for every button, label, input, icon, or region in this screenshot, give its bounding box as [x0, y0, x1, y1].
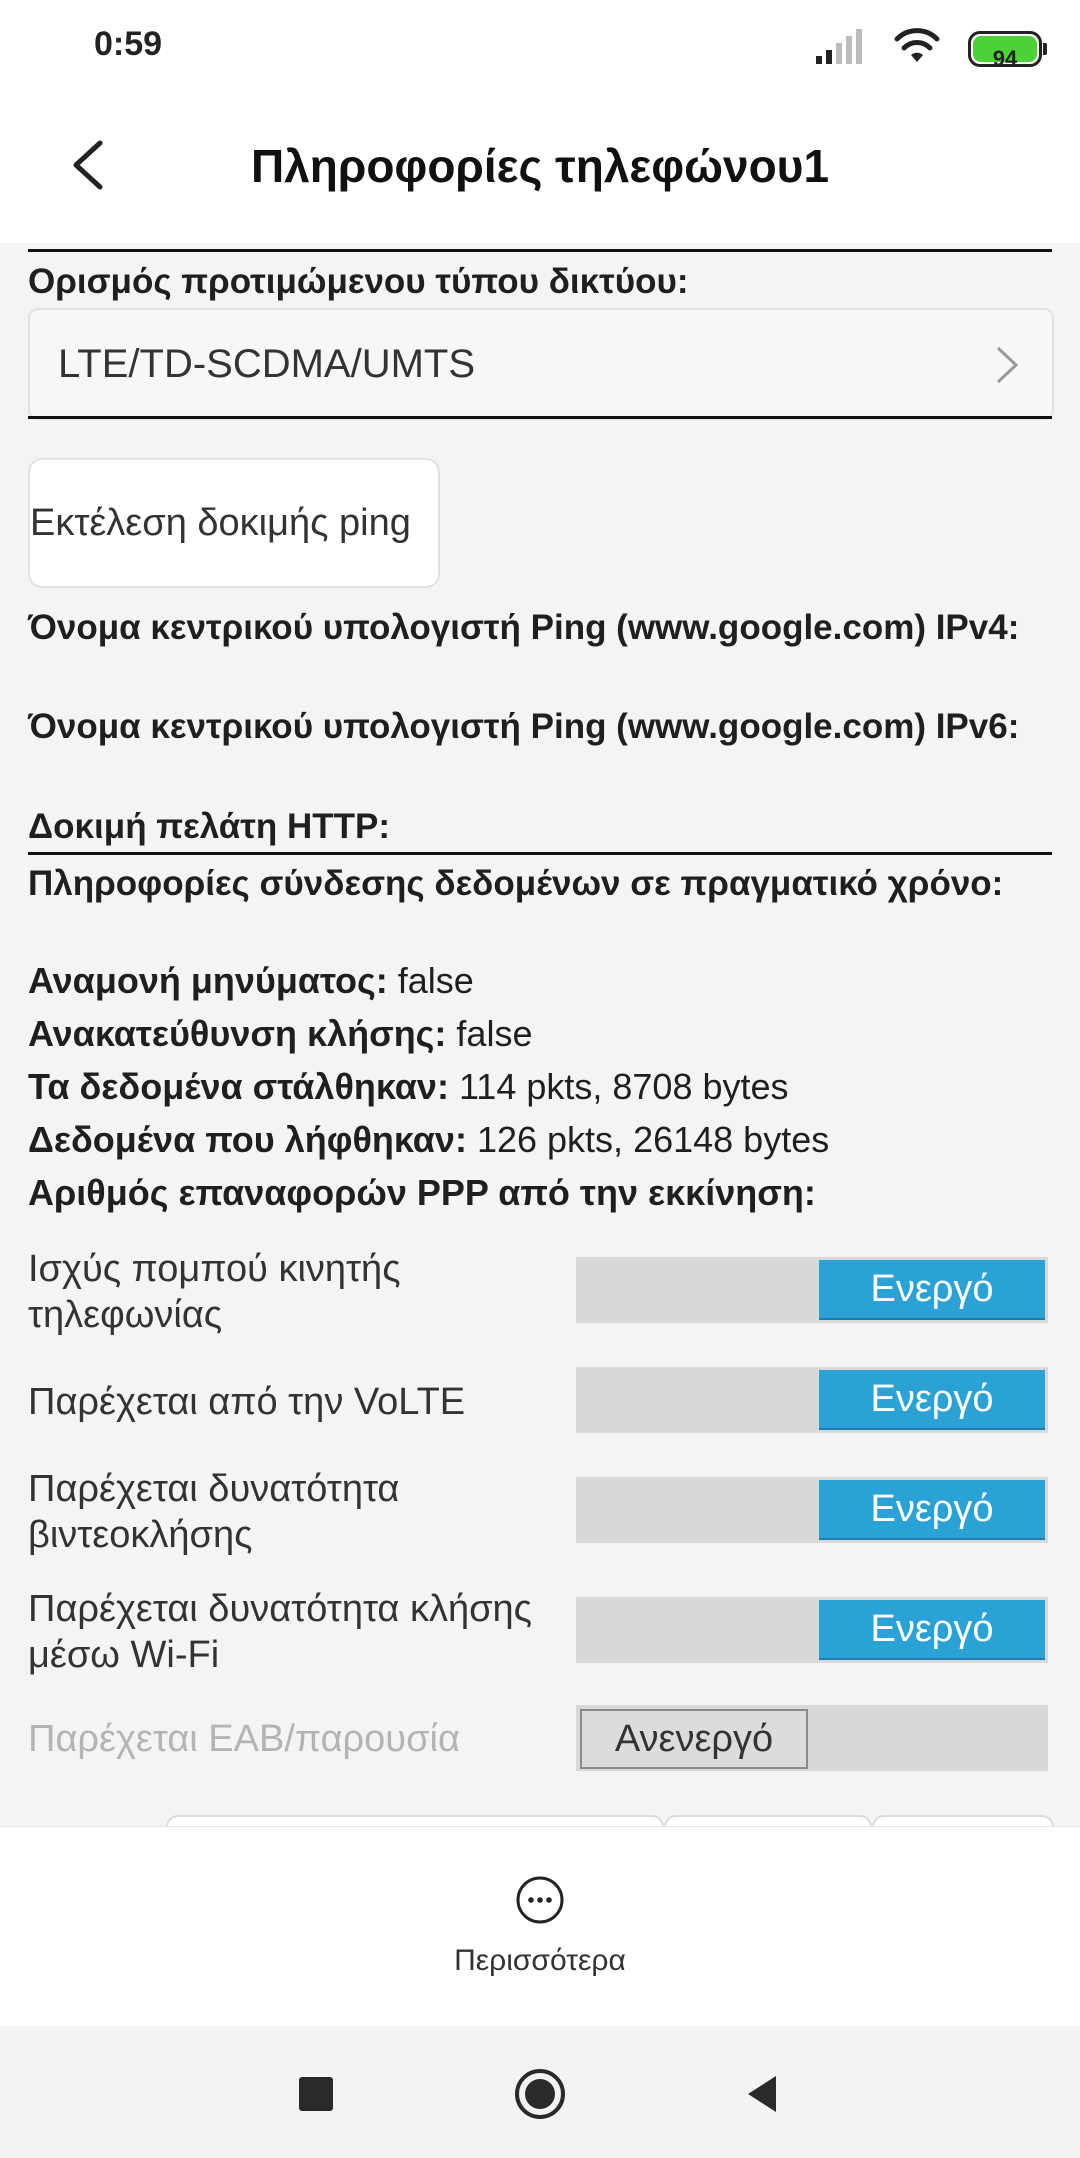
toggle-label-eab-presence: Παρέχεται EAB/παρουσία [28, 1718, 460, 1760]
app-header: Πληροφορίες τηλεφώνου1 [0, 95, 1080, 243]
info-row-ppp-resets: Αριθμός επαναφορών PPP από την εκκίνηση: [28, 1170, 816, 1216]
clipped-next-field [166, 1815, 664, 1826]
wifi-icon [894, 28, 940, 62]
toggle-state: Ανενεργό [580, 1709, 808, 1769]
info-label: Αναμονή μηνύματος: [28, 960, 388, 1001]
info-row-data-sent: Τα δεδομένα στάλθηκαν: 114 pkts, 8708 by… [28, 1064, 789, 1110]
toggle-volte[interactable]: Ενεργό [576, 1367, 1048, 1433]
toggle-label-wifi-calling: Παρέχεται δυνατότητα κλήσης μέσω Wi-Fi [28, 1588, 532, 1676]
clipped-next-button [664, 1815, 872, 1826]
section-divider [28, 416, 1052, 419]
run-ping-test-button[interactable]: Εκτέλεση δοκιμής ping [28, 458, 440, 588]
data-connection-heading: Πληροφορίες σύνδεσης δεδομένων σε πραγμα… [28, 864, 1004, 903]
battery-level: 94 [992, 46, 1018, 71]
info-value: false [397, 960, 474, 1001]
signal-icon [816, 29, 862, 64]
http-client-test-label: Δοκιμή πελάτη HTTP: [28, 807, 391, 846]
more-label: Περισσότερα [454, 1944, 626, 1977]
more-options-icon [516, 1876, 564, 1924]
clipped-next-button [872, 1815, 1054, 1826]
ping-ipv4-label: Όνομα κεντρικού υπολογιστή Ping (www.goo… [28, 608, 1020, 647]
status-bar: 0:59 94 [0, 0, 1080, 95]
home-circle-icon[interactable] [512, 2066, 568, 2122]
network-type-value: LTE/TD-SCDMA/UMTS [58, 342, 476, 386]
info-label: Ανακατεύθυνση κλήσης: [28, 1013, 447, 1054]
info-row-call-forwarding: Ανακατεύθυνση κλήσης: false [28, 1011, 532, 1057]
battery-icon: 94 [968, 31, 1047, 71]
bottom-action-bar: Περισσότερα [0, 1826, 1080, 2027]
toggle-eab-presence[interactable]: Ανενεργό [576, 1705, 1048, 1771]
info-value: false [456, 1013, 533, 1054]
network-type-label: Ορισμός προτιμώμενου τύπου δικτύου: [28, 262, 689, 301]
toggle-radio-power[interactable]: Ενεργό [576, 1257, 1048, 1323]
info-label: Τα δεδομένα στάλθηκαν: [28, 1066, 449, 1107]
info-value: 126 pkts, 26148 bytes [476, 1119, 830, 1160]
section-divider [28, 249, 1052, 252]
toggle-video-calling[interactable]: Ενεργό [576, 1477, 1048, 1543]
content-scroll-area[interactable]: Ορισμός προτιμώμενου τύπου δικτύου: LTE/… [0, 243, 1080, 1826]
toggle-label-video-calling: Παρέχεται δυνατότητα βιντεοκλήσης [28, 1468, 400, 1556]
toggle-state: Ενεργό [819, 1260, 1045, 1320]
section-divider [28, 852, 1052, 855]
toggle-state: Ενεργό [819, 1600, 1045, 1660]
toggle-label-volte: Παρέχεται από την VoLTE [28, 1381, 466, 1423]
back-triangle-icon[interactable] [736, 2066, 792, 2122]
toggle-state: Ενεργό [819, 1370, 1045, 1430]
info-label: Αριθμός επαναφορών PPP από την εκκίνηση: [28, 1172, 816, 1213]
toggle-state: Ενεργό [819, 1480, 1045, 1540]
info-row-message-waiting: Αναμονή μηνύματος: false [28, 958, 474, 1004]
info-row-data-received: Δεδομένα που λήφθηκαν: 126 pkts, 26148 b… [28, 1117, 829, 1163]
more-button[interactable]: Περισσότερα [0, 1875, 1080, 1978]
network-type-select[interactable]: LTE/TD-SCDMA/UMTS [28, 308, 1054, 420]
info-label: Δεδομένα που λήφθηκαν: [28, 1119, 467, 1160]
run-ping-test-label: Εκτέλεση δοκιμής ping [30, 502, 411, 544]
page-title: Πληροφορίες τηλεφώνου1 [250, 140, 830, 192]
status-time: 0:59 [94, 25, 163, 63]
chevron-right-icon [996, 346, 1019, 384]
info-value: 114 pkts, 8708 bytes [458, 1066, 789, 1107]
system-nav-bar [0, 2026, 1080, 2158]
ping-ipv6-label: Όνομα κεντρικού υπολογιστή Ping (www.goo… [28, 707, 1020, 746]
toggle-wifi-calling[interactable]: Ενεργό [576, 1597, 1048, 1663]
toggle-label-radio-power: Ισχύς πομπού κινητής τηλεφωνίας [28, 1248, 401, 1336]
recents-square-icon[interactable] [288, 2066, 344, 2122]
